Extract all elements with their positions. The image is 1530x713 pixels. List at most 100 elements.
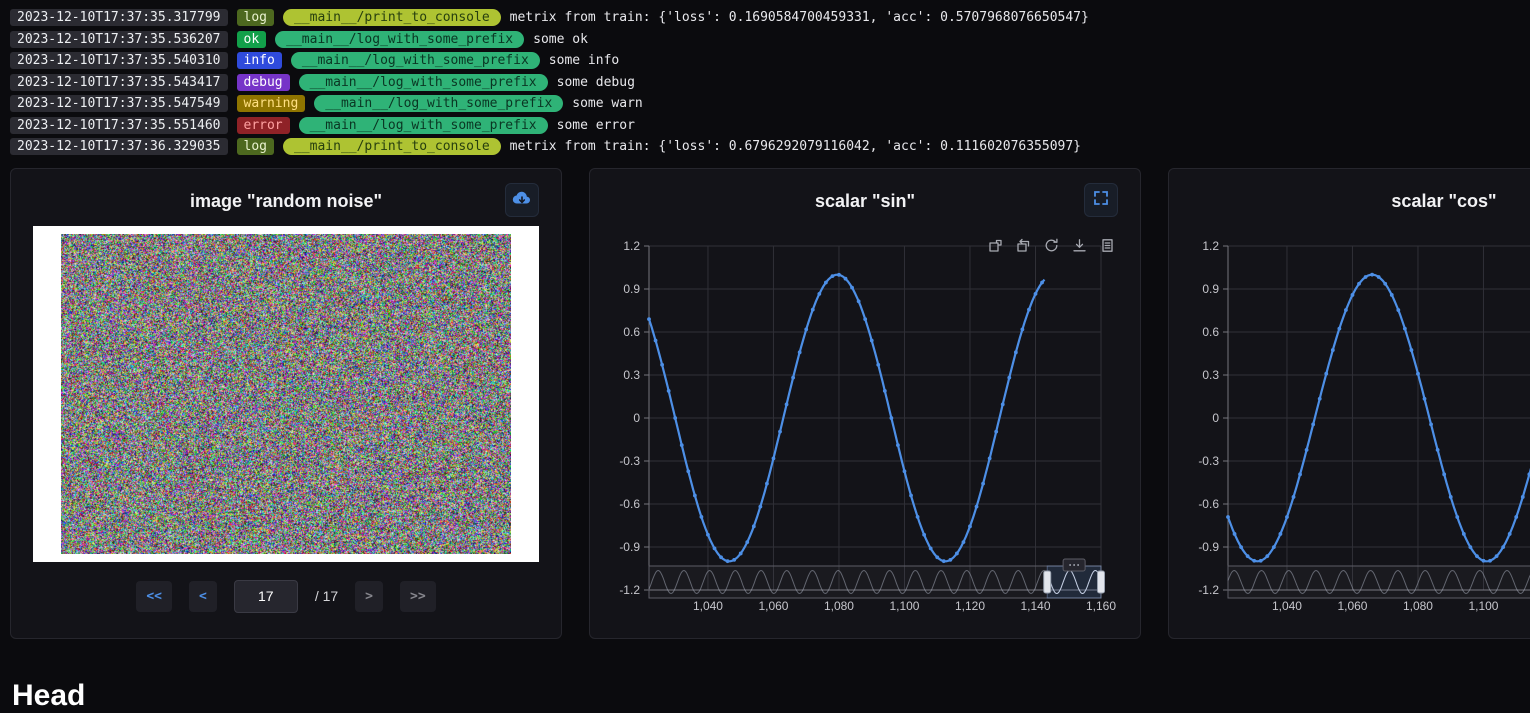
log-message: some warn: [572, 96, 642, 111]
log-timestamp: 2023-12-10T17:37:35.317799: [10, 9, 228, 26]
svg-text:0.6: 0.6: [623, 325, 640, 339]
log-row: 2023-12-10T17:37:35.543417 debug __main__/…: [10, 72, 1530, 94]
datazoom-right-handle[interactable]: [1098, 571, 1105, 593]
log-source-badge: __main__/log_with_some_prefix: [275, 31, 524, 48]
datazoom-left-handle[interactable]: [1044, 571, 1051, 593]
cos-chart-card: scalar "cos" 1.2 0.9 0.6 0.3 0 -0.3 -0.6 -0.9 -1…: [1168, 168, 1530, 639]
fullscreen-icon: [1092, 189, 1110, 210]
log-timestamp: 2023-12-10T17:37:35.540310: [10, 52, 228, 69]
noise-image: [61, 234, 511, 554]
svg-text:-0.6: -0.6: [619, 497, 640, 511]
svg-text:1.2: 1.2: [1202, 239, 1219, 253]
svg-text:0.3: 0.3: [623, 368, 640, 382]
log-row: 2023-12-10T17:37:36.329035 log __main__/pr…: [10, 136, 1530, 158]
image-frame: [33, 226, 539, 562]
log-timestamp: 2023-12-10T17:37:35.543417: [10, 74, 228, 91]
zoom-reset-icon[interactable]: [1015, 237, 1032, 254]
log-level-badge: log: [237, 9, 274, 26]
cards-row: image "random noise" << < / 17 > >> scal…: [0, 168, 1530, 639]
log-message: some ok: [533, 32, 588, 47]
svg-text:1,060: 1,060: [758, 599, 788, 613]
restore-icon[interactable]: [1043, 237, 1060, 254]
cos-chart-title: scalar "cos": [1169, 191, 1530, 212]
data-zoom-icon[interactable]: [987, 237, 1004, 254]
sin-chart-canvas[interactable]: 1.2 0.9 0.6 0.3 0 -0.3 -0.6 -0.9 -1.2 1,040 1,060 1…: [605, 218, 1125, 618]
log-message: metrix from train: {'loss': 0.1690584700…: [510, 10, 1089, 25]
log-source-badge: __main__/print_to_console: [283, 9, 501, 26]
log-level-badge: warning: [237, 95, 306, 112]
svg-text:1,100: 1,100: [889, 599, 919, 613]
svg-text:1,100: 1,100: [1468, 599, 1498, 613]
svg-text:-1.2: -1.2: [1198, 583, 1219, 597]
log-row: 2023-12-10T17:37:35.540310 info __main__/l…: [10, 50, 1530, 72]
page-number-input[interactable]: [234, 580, 298, 613]
svg-text:1,160: 1,160: [1086, 599, 1116, 613]
grid: [1228, 246, 1530, 590]
fullscreen-button[interactable]: [1084, 183, 1118, 217]
log-row: 2023-12-10T17:37:35.551460 error __main__/…: [10, 115, 1530, 137]
svg-text:0.3: 0.3: [1202, 368, 1219, 382]
image-card-title: image "random noise": [11, 191, 561, 212]
svg-text:1,120: 1,120: [955, 599, 985, 613]
log-source-badge: __main__/log_with_some_prefix: [299, 117, 548, 134]
svg-text:0: 0: [633, 411, 640, 425]
datazoom-slider[interactable]: [1228, 559, 1530, 598]
sin-chart-card: scalar "sin" 1.2 0.9 0.6 0.3 0 -0.3 -0.6 -0.9 -1…: [589, 168, 1141, 639]
data-view-icon[interactable]: [1099, 237, 1116, 254]
log-timestamp: 2023-12-10T17:37:35.536207: [10, 31, 228, 48]
log-row: 2023-12-10T17:37:35.317799 log __main__/pr…: [10, 7, 1530, 29]
svg-text:1,080: 1,080: [824, 599, 854, 613]
log-source-badge: __main__/print_to_console: [283, 138, 501, 155]
svg-text:0.9: 0.9: [1202, 282, 1219, 296]
last-page-button[interactable]: >>: [400, 581, 436, 612]
log-level-badge: debug: [237, 74, 290, 91]
svg-text:0.6: 0.6: [1202, 325, 1219, 339]
log-source-badge: __main__/log_with_some_prefix: [314, 95, 563, 112]
cos-chart-canvas[interactable]: 1.2 0.9 0.6 0.3 0 -0.3 -0.6 -0.9 -1.2 1,040 1,060 1…: [1184, 218, 1530, 618]
first-page-button[interactable]: <<: [136, 581, 172, 612]
svg-text:1.2: 1.2: [623, 239, 640, 253]
svg-text:-0.9: -0.9: [619, 540, 640, 554]
chart-toolbox: [987, 237, 1116, 254]
svg-text:-0.9: -0.9: [1198, 540, 1219, 554]
svg-text:1,080: 1,080: [1403, 599, 1433, 613]
page-total-label: / 17: [315, 588, 338, 604]
log-level-badge: error: [237, 117, 290, 134]
log-row: 2023-12-10T17:37:35.547549 warning __main_…: [10, 93, 1530, 115]
log-message: some error: [557, 118, 635, 133]
save-image-icon[interactable]: [1071, 237, 1088, 254]
svg-text:1,040: 1,040: [693, 599, 723, 613]
next-page-button[interactable]: >: [355, 581, 383, 612]
svg-text:-0.6: -0.6: [1198, 497, 1219, 511]
svg-text:-1.2: -1.2: [619, 583, 640, 597]
cloud-download-icon: [511, 188, 533, 211]
svg-text:-0.3: -0.3: [619, 454, 640, 468]
log-timestamp: 2023-12-10T17:37:35.551460: [10, 117, 228, 134]
prev-page-button[interactable]: <: [189, 581, 217, 612]
log-level-badge: ok: [237, 31, 267, 48]
log-level-badge: info: [237, 52, 282, 69]
log-timestamp: 2023-12-10T17:37:36.329035: [10, 138, 228, 155]
log-source-badge: __main__/log_with_some_prefix: [299, 74, 548, 91]
download-image-button[interactable]: [505, 183, 539, 217]
sin-chart-title: scalar "sin": [590, 191, 1140, 212]
axis-labels: 1.2 0.9 0.6 0.3 0 -0.3 -0.6 -0.9 -1.2 1,040 1,060 1…: [619, 239, 1116, 613]
svg-text:1,140: 1,140: [1020, 599, 1050, 613]
log-timestamp: 2023-12-10T17:37:35.547549: [10, 95, 228, 112]
log-level-badge: log: [237, 138, 274, 155]
datazoom-slider[interactable]: [649, 559, 1105, 598]
log-message: some debug: [557, 75, 635, 90]
svg-text:-0.3: -0.3: [1198, 454, 1219, 468]
svg-text:0: 0: [1212, 411, 1219, 425]
image-card: image "random noise" << < / 17 > >>: [10, 168, 562, 639]
log-message: some info: [549, 53, 619, 68]
svg-text:1,060: 1,060: [1337, 599, 1367, 613]
section-heading: Head: [12, 679, 1530, 713]
log-row: 2023-12-10T17:37:35.536207 ok __main__/log…: [10, 29, 1530, 51]
log-message: metrix from train: {'loss': 0.6796292079…: [510, 139, 1081, 154]
log-source-badge: __main__/log_with_some_prefix: [291, 52, 540, 69]
svg-text:0.9: 0.9: [623, 282, 640, 296]
svg-text:1,040: 1,040: [1272, 599, 1302, 613]
pager: << < / 17 > >>: [11, 580, 561, 613]
log-list: 2023-12-10T17:37:35.317799 log __main__/pr…: [0, 0, 1530, 166]
